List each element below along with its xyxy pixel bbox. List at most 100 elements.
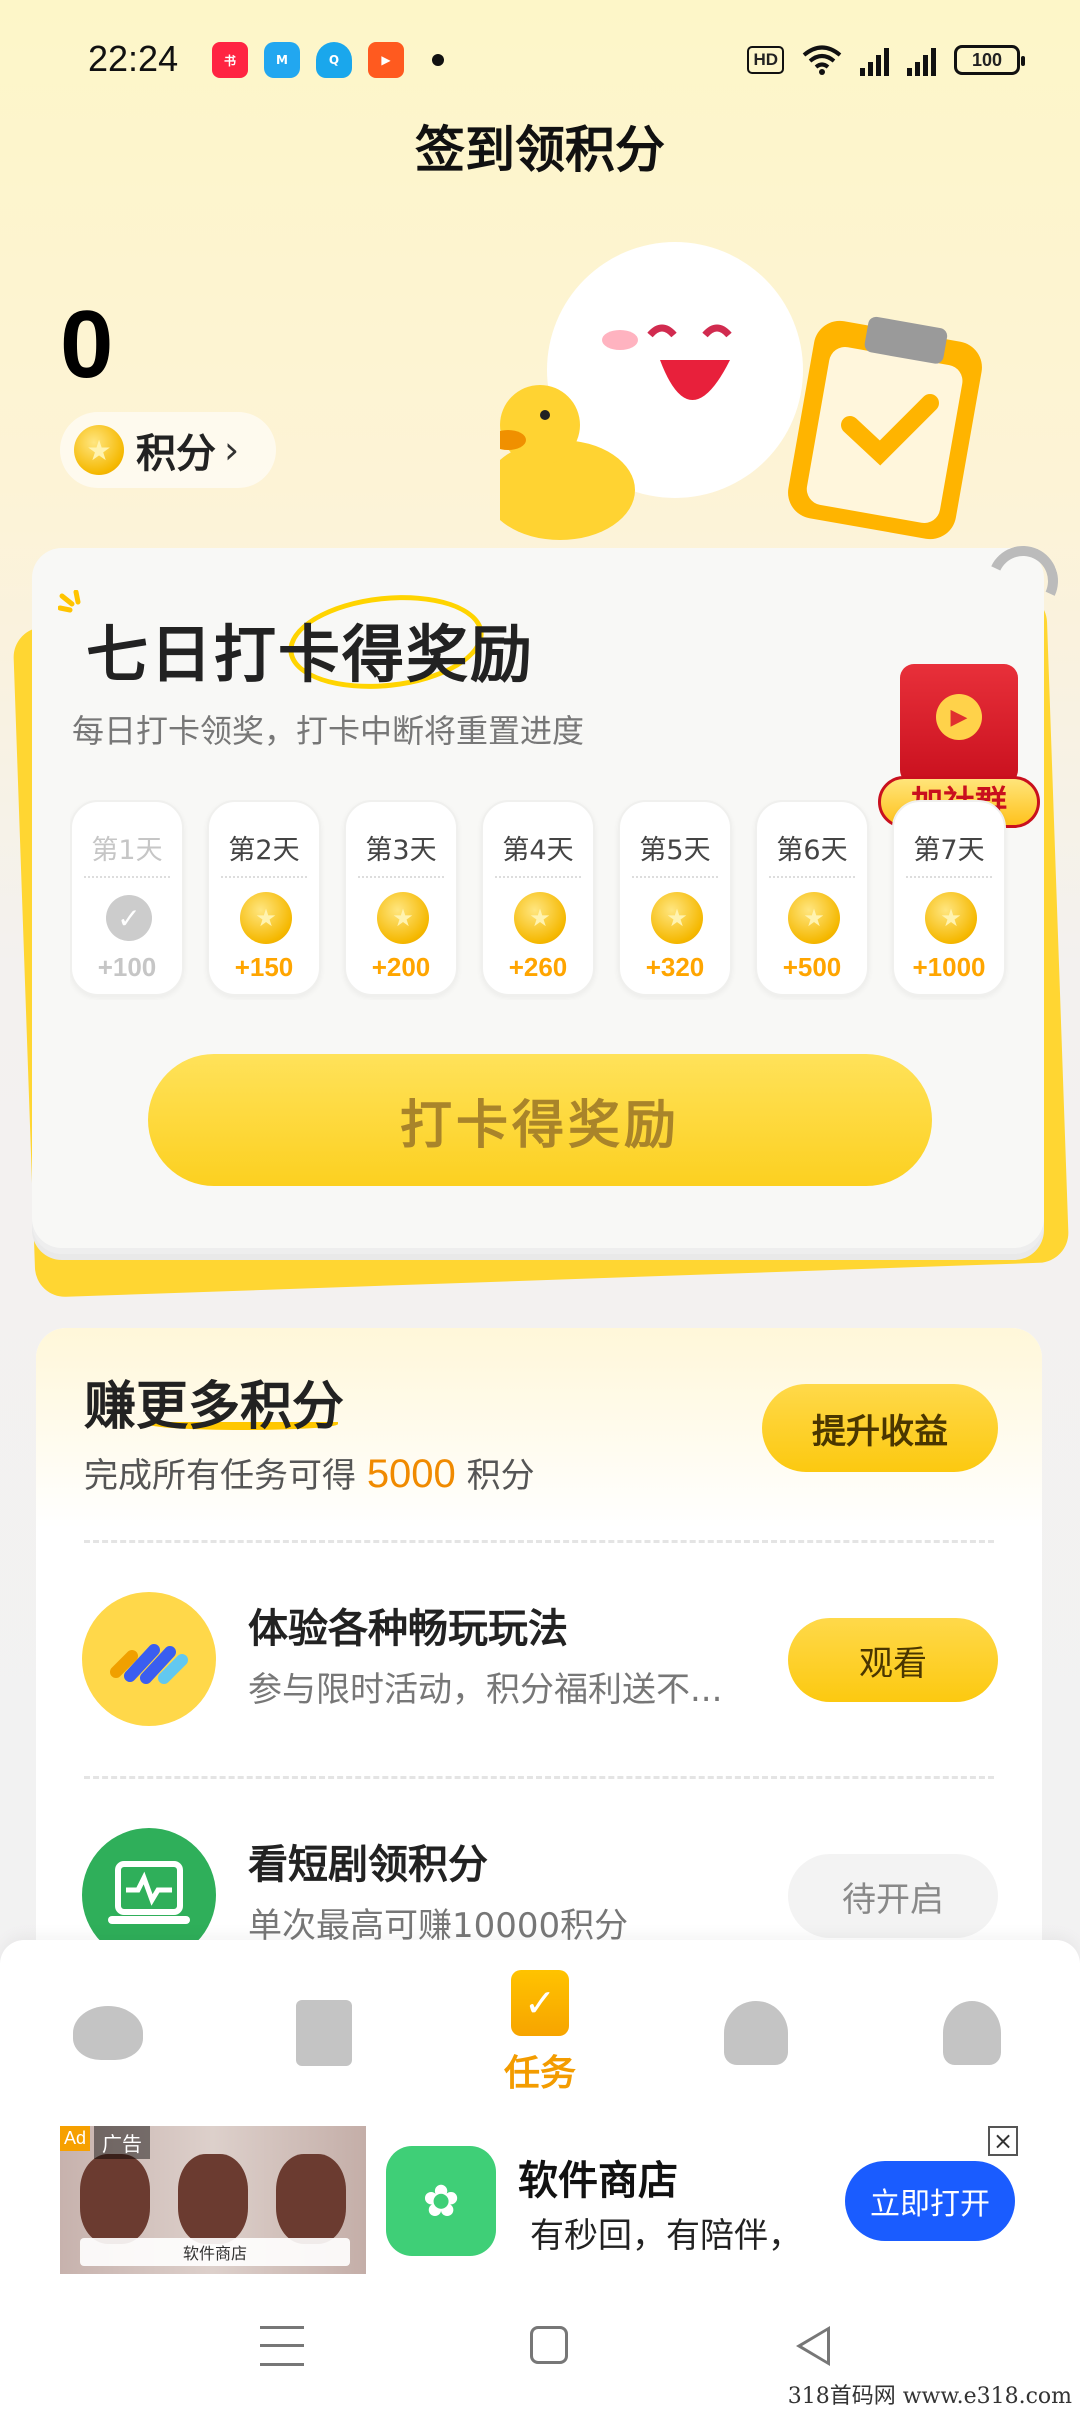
divider <box>221 876 307 878</box>
coin-icon: ★ <box>74 425 124 475</box>
task-title: 体验各种畅玩玩法 <box>248 1606 568 1652</box>
earn-description: 完成所有任务可得 5000 积分 <box>84 1448 535 1497</box>
points-value: 0 <box>60 291 114 398</box>
ad-person <box>80 2154 150 2244</box>
back-icon[interactable] <box>796 2326 830 2366</box>
ad-mark: Ad <box>60 2126 91 2151</box>
day-label: 第4天 <box>502 835 574 866</box>
day-card: 第5天 ★ +320 <box>618 800 732 996</box>
watch-button[interactable]: 观看 <box>788 1618 998 1702</box>
divider <box>769 876 855 878</box>
check-icon: ✓ <box>106 895 152 941</box>
day-card: 第1天 ✓ +100 <box>70 800 184 996</box>
profile-icon <box>943 2001 1001 2065</box>
nav-profile[interactable] <box>864 1940 1080 2126</box>
day-card: 第6天 ★ +500 <box>755 800 869 996</box>
checkin-days: 第1天 ✓ +100 第2天 ★ +150 第3天 ★ +200 第4天 ★ +… <box>70 800 1014 1000</box>
day-label: 第7天 <box>913 835 985 866</box>
qq-icon: Q <box>316 42 352 78</box>
bottom-nav: ✓ 任务 <box>0 1940 1080 2126</box>
coin-icon: ★ <box>377 892 429 944</box>
day-reward: +320 <box>645 952 705 982</box>
divider <box>84 876 170 878</box>
signal-icon <box>907 44 936 76</box>
ad-app-name: 软件商店 <box>518 2158 678 2204</box>
chevron-right-icon: › <box>224 428 240 472</box>
day-label: 第5天 <box>639 835 711 866</box>
nav-wallet[interactable] <box>216 1940 432 2126</box>
day-card: 第3天 ★ +200 <box>344 800 458 996</box>
notification-dot-icon <box>432 54 444 66</box>
earn-title: 赚更多积分 <box>84 1377 345 1437</box>
task-title: 看短剧领积分 <box>248 1842 488 1888</box>
battery-icon: 100 <box>954 45 1025 75</box>
day-label: 第2天 <box>228 835 300 866</box>
day-reward: +500 <box>782 952 842 982</box>
earn-desc-suffix: 积分 <box>466 1456 535 1496</box>
signal-icon <box>860 44 889 76</box>
status-indicators: HD 100 <box>747 40 1025 80</box>
coin-icon: ★ <box>788 892 840 944</box>
cloud-play-icon <box>73 2006 143 2060</box>
sparkle-icon <box>58 590 81 613</box>
nav-tasks-label: 任务 <box>503 2053 576 2094</box>
ad-open-button[interactable]: 立即打开 <box>845 2161 1015 2241</box>
divider <box>906 876 992 878</box>
ad-person <box>178 2154 248 2244</box>
day-reward: +1000 <box>912 952 986 982</box>
earn-amount: 5000 <box>366 1452 456 1496</box>
nav-cloud[interactable] <box>0 1940 216 2126</box>
coin-icon: ★ <box>925 892 977 944</box>
play-icon: ▶ <box>936 694 982 740</box>
clipboard-check-icon: ✓ <box>511 1970 569 2036</box>
day-label: 第6天 <box>776 835 848 866</box>
status-time: 22:24 <box>88 38 179 79</box>
boost-earnings-button[interactable]: 提升收益 <box>762 1384 998 1472</box>
earn-more-card: 赚更多积分 完成所有任务可得 5000 积分 提升收益 体验各种畅玩玩法 参与限… <box>36 1328 1042 2028</box>
wallet-icon <box>296 2000 352 2066</box>
watermark: 318首码网 www.e318.com <box>787 2384 1072 2409</box>
video-icon: ▶ <box>368 42 404 78</box>
checkin-subtitle: 每日打卡领奖，打卡中断将重置进度 <box>72 712 585 750</box>
friends-icon <box>724 2001 788 2065</box>
points-label: 积分 <box>136 431 216 477</box>
play-modes-icon <box>82 1592 216 1726</box>
wifi-icon <box>802 45 842 75</box>
close-icon[interactable]: × <box>988 2126 1018 2156</box>
ad-badge: 广告 <box>94 2126 150 2159</box>
menu-icon[interactable] <box>260 2326 304 2366</box>
coin-icon: ★ <box>514 892 566 944</box>
day-reward: +200 <box>371 952 431 982</box>
ad-banner[interactable]: Ad 广告 软件商店 ✿ 软件商店 有秒回，有陪伴， 立即打开 × <box>0 2126 1080 2276</box>
ad-person <box>276 2154 346 2244</box>
day-card: 第4天 ★ +260 <box>481 800 595 996</box>
checkin-button[interactable]: 打卡得奖励 <box>148 1054 932 1186</box>
points-link[interactable]: ★ 积分 › <box>60 412 276 488</box>
day-card: 第2天 ★ +150 <box>207 800 321 996</box>
hd-icon: HD <box>747 46 784 74</box>
task-subtitle: 参与限时活动，积分福利送不... <box>248 1670 723 1710</box>
nav-tasks[interactable]: ✓ 任务 <box>432 1940 648 2126</box>
day-reward: +100 <box>97 952 157 982</box>
app-store-icon: ✿ <box>386 2146 496 2256</box>
ad-description: 有秒回，有陪伴， <box>530 2216 802 2256</box>
divider <box>84 1540 994 1543</box>
status-bar: 22:24 书 M Q ▶ HD 100 <box>0 0 1080 120</box>
divider <box>84 1776 994 1779</box>
day-reward: +260 <box>508 952 568 982</box>
divider <box>358 876 444 878</box>
pending-button[interactable]: 待开启 <box>788 1854 998 1938</box>
coin-icon: ★ <box>651 892 703 944</box>
coin-icon: ★ <box>240 892 292 944</box>
nav-friends[interactable] <box>648 1940 864 2126</box>
earn-desc-prefix: 完成所有任务可得 <box>84 1456 356 1496</box>
divider <box>495 876 581 878</box>
checkin-title: 七日打卡得奖励 <box>86 618 535 691</box>
day-card: 第7天 ★ +1000 <box>892 800 1006 996</box>
page-title: 签到领积分 <box>415 121 665 179</box>
day-reward: +150 <box>234 952 294 982</box>
ad-image-search: 软件商店 <box>80 2238 350 2266</box>
divider <box>632 876 718 878</box>
xiaohongshu-icon: 书 <box>212 42 248 78</box>
home-icon[interactable] <box>530 2326 568 2364</box>
